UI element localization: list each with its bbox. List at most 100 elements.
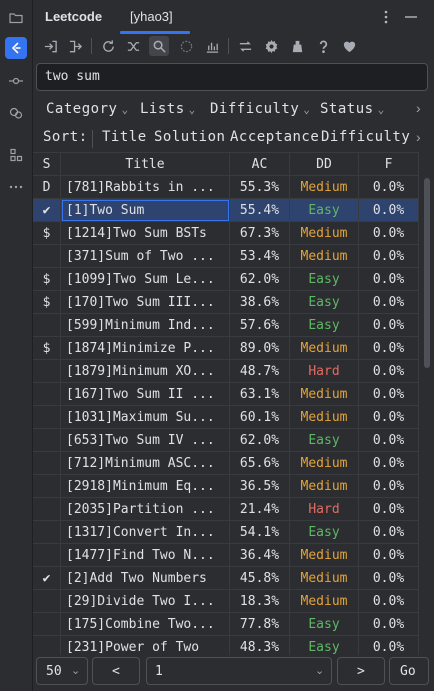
shuffle-icon[interactable] (123, 36, 143, 56)
table-row[interactable]: [1477]Find Two N... 36.4% Medium 0.0% (33, 544, 419, 567)
table-scrollbar[interactable] (424, 178, 430, 368)
go-button[interactable]: Go (389, 657, 429, 685)
frequency-cell: 0.0% (359, 406, 419, 429)
table-row[interactable]: $ [1099]Two Sum Le... 62.0% Easy 0.0% (33, 268, 419, 291)
title-cell: [1]Two Sum (61, 199, 230, 222)
sort-title[interactable]: Title (102, 129, 147, 145)
status-cell (33, 314, 61, 337)
search-field[interactable]: two sum (36, 63, 428, 91)
frequency-cell: 0.0% (359, 383, 419, 406)
sort-difficulty[interactable]: Difficulty (321, 129, 410, 145)
title-cell: [599]Minimum Ind... (61, 314, 230, 337)
next-page-button[interactable]: > (337, 657, 385, 685)
search-input[interactable]: two sum (45, 69, 100, 84)
column-frequency[interactable]: F (359, 153, 419, 176)
settings-icon[interactable] (261, 36, 281, 56)
commit-icon[interactable] (5, 70, 27, 92)
table-row[interactable]: [1317]Convert In... 54.1% Easy 0.0% (33, 521, 419, 544)
table-row[interactable]: [599]Minimum Ind... 57.6% Easy 0.0% (33, 314, 419, 337)
lists-filter-label: Lists (140, 101, 185, 117)
login-icon[interactable] (40, 36, 60, 56)
table-row[interactable]: [2918]Minimum Eq... 36.5% Medium 0.0% (33, 475, 419, 498)
column-difficulty[interactable]: DD (290, 153, 359, 176)
category-filter[interactable]: Category ⌄ (46, 101, 129, 117)
leetcode-icon[interactable] (5, 37, 27, 59)
prev-page-button[interactable]: < (92, 657, 140, 685)
structure-icon[interactable] (5, 144, 27, 166)
difficulty-cell: Easy (290, 268, 359, 291)
table-row[interactable]: $ [170]Two Sum III... 38.6% Easy 0.0% (33, 291, 419, 314)
page-size-select[interactable]: 50 ⌄ (36, 657, 88, 685)
table-row[interactable]: [1879]Minimum XO... 48.7% Hard 0.0% (33, 360, 419, 383)
acceptance-cell: 55.4% (230, 199, 290, 222)
column-acceptance[interactable]: AC (230, 153, 290, 176)
difficulty-cell: Hard (290, 360, 359, 383)
table-row[interactable]: $ [1214]Two Sum BSTs 67.3% Medium 0.0% (33, 222, 419, 245)
title-cell: [712]Minimum ASC... (61, 452, 230, 475)
table-row[interactable]: [167]Two Sum II ... 63.1% Medium 0.0% (33, 383, 419, 406)
switch-icon[interactable] (235, 36, 255, 56)
scroll-right-icon[interactable]: › (416, 100, 421, 116)
sort-solution[interactable]: Solution (154, 129, 225, 145)
logout-icon[interactable] (65, 36, 85, 56)
difficulty-cell: Easy (290, 314, 359, 337)
status-cell (33, 544, 61, 567)
table-row[interactable]: [231]Power of Two 48.3% Easy 0.0% (33, 636, 419, 655)
table-row[interactable]: D [781]Rabbits in ... 55.3% Medium 0.0% (33, 176, 419, 199)
prev-page-label: < (112, 664, 120, 679)
difficulty-cell: Easy (290, 199, 359, 222)
folder-icon[interactable] (5, 7, 27, 29)
difficulty-cell: Medium (290, 245, 359, 268)
title-cell: [1099]Two Sum Le... (61, 268, 230, 291)
status-cell: $ (33, 222, 61, 245)
category-filter-label: Category (46, 101, 118, 117)
title-cell: [1317]Convert In... (61, 521, 230, 544)
loading-icon[interactable] (176, 36, 196, 56)
more-options-icon[interactable] (378, 8, 394, 26)
table-row[interactable]: [2035]Partition ... 21.4% Hard 0.0% (33, 498, 419, 521)
difficulty-filter[interactable]: Difficulty ⌄ (210, 101, 310, 117)
refresh-icon[interactable] (98, 36, 118, 56)
column-status[interactable]: S (33, 153, 61, 176)
page-select[interactable]: 1 ⌄ (146, 657, 332, 685)
acceptance-cell: 18.3% (230, 590, 290, 613)
search-icon[interactable] (149, 36, 169, 56)
sort-acceptance[interactable]: Acceptance (230, 129, 319, 145)
status-cell (33, 636, 61, 655)
column-title[interactable]: Title (61, 153, 230, 176)
chart-icon[interactable] (202, 36, 222, 56)
table-row[interactable]: [29]Divide Two I... 18.3% Medium 0.0% (33, 590, 419, 613)
tab-user[interactable]: [yhao3] (130, 9, 173, 24)
status-cell (33, 429, 61, 452)
title-cell: [371]Sum of Two ... (61, 245, 230, 268)
status-cell (33, 521, 61, 544)
tool-window-strip (0, 0, 33, 691)
more-icon[interactable] (5, 176, 27, 198)
table-row[interactable]: [1031]Maximum Su... 60.1% Medium 0.0% (33, 406, 419, 429)
minimize-icon[interactable] (403, 8, 419, 26)
lists-filter[interactable]: Lists ⌄ (140, 101, 196, 117)
difficulty-filter-label: Difficulty (210, 101, 300, 117)
tab-leetcode[interactable]: Leetcode (45, 9, 102, 24)
table-row[interactable]: ✔ [2]Add Two Numbers 45.8% Medium 0.0% (33, 567, 419, 590)
chevron-down-icon: ⌄ (315, 665, 325, 677)
clear-icon[interactable] (287, 36, 307, 56)
frequency-cell: 0.0% (359, 268, 419, 291)
status-cell: D (33, 176, 61, 199)
table-row[interactable]: [712]Minimum ASC... 65.6% Medium 0.0% (33, 452, 419, 475)
table-row[interactable]: [371]Sum of Two ... 53.4% Medium 0.0% (33, 245, 419, 268)
table-row[interactable]: [175]Combine Two... 77.8% Easy 0.0% (33, 613, 419, 636)
help-icon[interactable] (313, 36, 333, 56)
difficulty-cell: Easy (290, 429, 359, 452)
status-cell (33, 613, 61, 636)
acceptance-cell: 53.4% (230, 245, 290, 268)
table-row[interactable]: [653]Two Sum IV ... 62.0% Easy 0.0% (33, 429, 419, 452)
table-row[interactable]: ✔ [1]Two Sum 55.4% Easy 0.0% (33, 199, 419, 222)
plugin-icon[interactable] (5, 102, 27, 124)
acceptance-cell: 54.1% (230, 521, 290, 544)
table-row[interactable]: $ [1874]Minimize P... 89.0% Medium 0.0% (33, 337, 419, 360)
scroll-right-icon[interactable]: › (416, 129, 421, 145)
status-filter[interactable]: Status ⌄ (320, 101, 385, 117)
heart-icon[interactable] (339, 36, 359, 56)
acceptance-cell: 38.6% (230, 291, 290, 314)
